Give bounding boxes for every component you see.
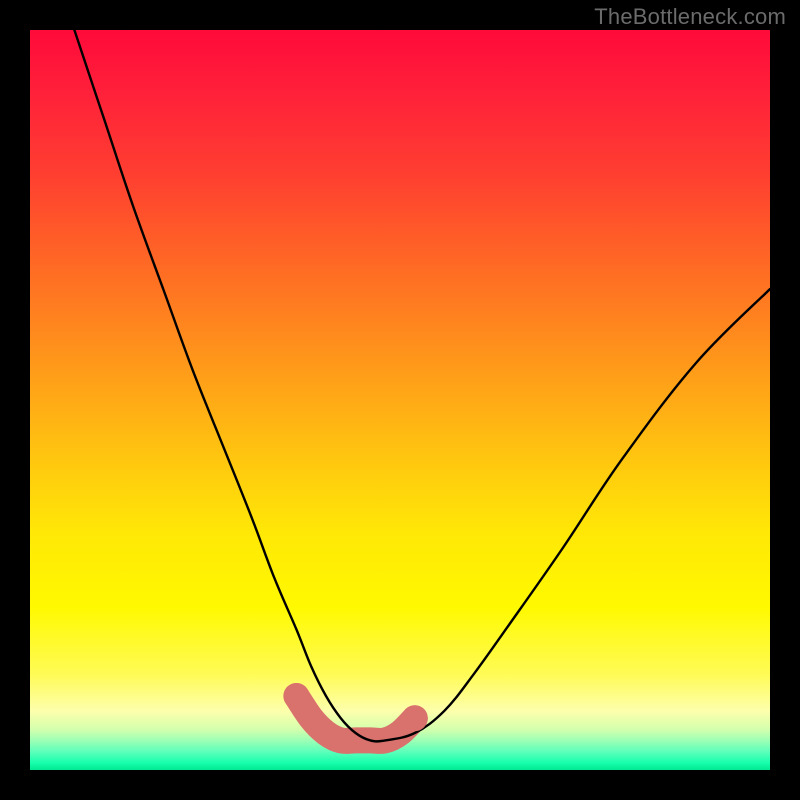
valley-dot-right [402, 705, 428, 731]
plot-area [30, 30, 770, 770]
chart-svg [30, 30, 770, 770]
chart-frame: TheBottleneck.com [0, 0, 800, 800]
main-curve-path [74, 30, 770, 741]
valley-dot-left [283, 683, 309, 709]
watermark-text: TheBottleneck.com [594, 4, 786, 30]
